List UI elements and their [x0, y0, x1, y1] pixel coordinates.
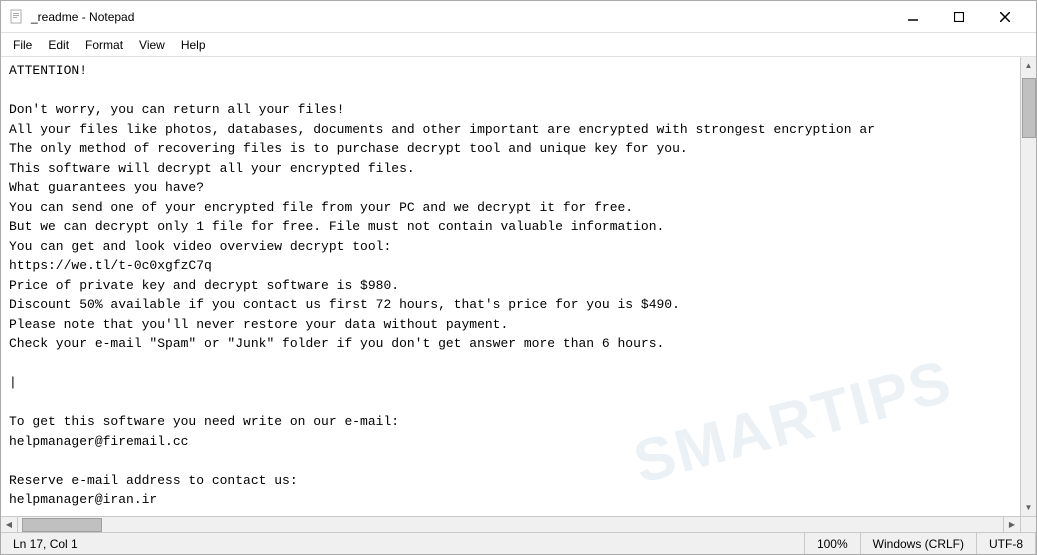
status-zoom: 100% [805, 533, 861, 554]
status-position: Ln 17, Col 1 [1, 533, 805, 554]
window-controls [890, 1, 1028, 33]
menu-file[interactable]: File [5, 36, 40, 54]
scroll-track-vertical[interactable] [1021, 74, 1036, 499]
status-line-ending: Windows (CRLF) [861, 533, 977, 554]
scroll-track-horizontal[interactable] [18, 517, 1003, 532]
maximize-button[interactable] [936, 1, 982, 33]
status-bar: Ln 17, Col 1 100% Windows (CRLF) UTF-8 [1, 532, 1036, 554]
scroll-right-arrow[interactable]: ▶ [1003, 517, 1020, 533]
scroll-left-arrow[interactable]: ◀ [1, 517, 18, 533]
status-encoding: UTF-8 [977, 533, 1036, 554]
notepad-window: _readme - Notepad File Edit Format View … [0, 0, 1037, 555]
menu-format[interactable]: Format [77, 36, 131, 54]
scroll-up-arrow[interactable]: ▲ [1021, 57, 1037, 74]
editor-area: SMARTIPS ▲ ▼ [1, 57, 1036, 516]
text-editor[interactable] [1, 57, 1020, 516]
horizontal-scrollbar[interactable]: ◀ ▶ [1, 517, 1020, 532]
horizontal-scrollbar-container: ◀ ▶ [1, 516, 1036, 532]
app-icon [9, 9, 25, 25]
scroll-thumb-vertical[interactable] [1022, 78, 1036, 138]
scroll-thumb-horizontal[interactable] [22, 518, 102, 532]
menu-bar: File Edit Format View Help [1, 33, 1036, 57]
window-title: _readme - Notepad [31, 10, 890, 24]
menu-help[interactable]: Help [173, 36, 214, 54]
title-bar: _readme - Notepad [1, 1, 1036, 33]
menu-view[interactable]: View [131, 36, 173, 54]
scroll-down-arrow[interactable]: ▼ [1021, 499, 1037, 516]
minimize-button[interactable] [890, 1, 936, 33]
vertical-scrollbar[interactable]: ▲ ▼ [1020, 57, 1036, 516]
menu-edit[interactable]: Edit [40, 36, 77, 54]
scrollbar-corner [1020, 517, 1036, 533]
close-button[interactable] [982, 1, 1028, 33]
